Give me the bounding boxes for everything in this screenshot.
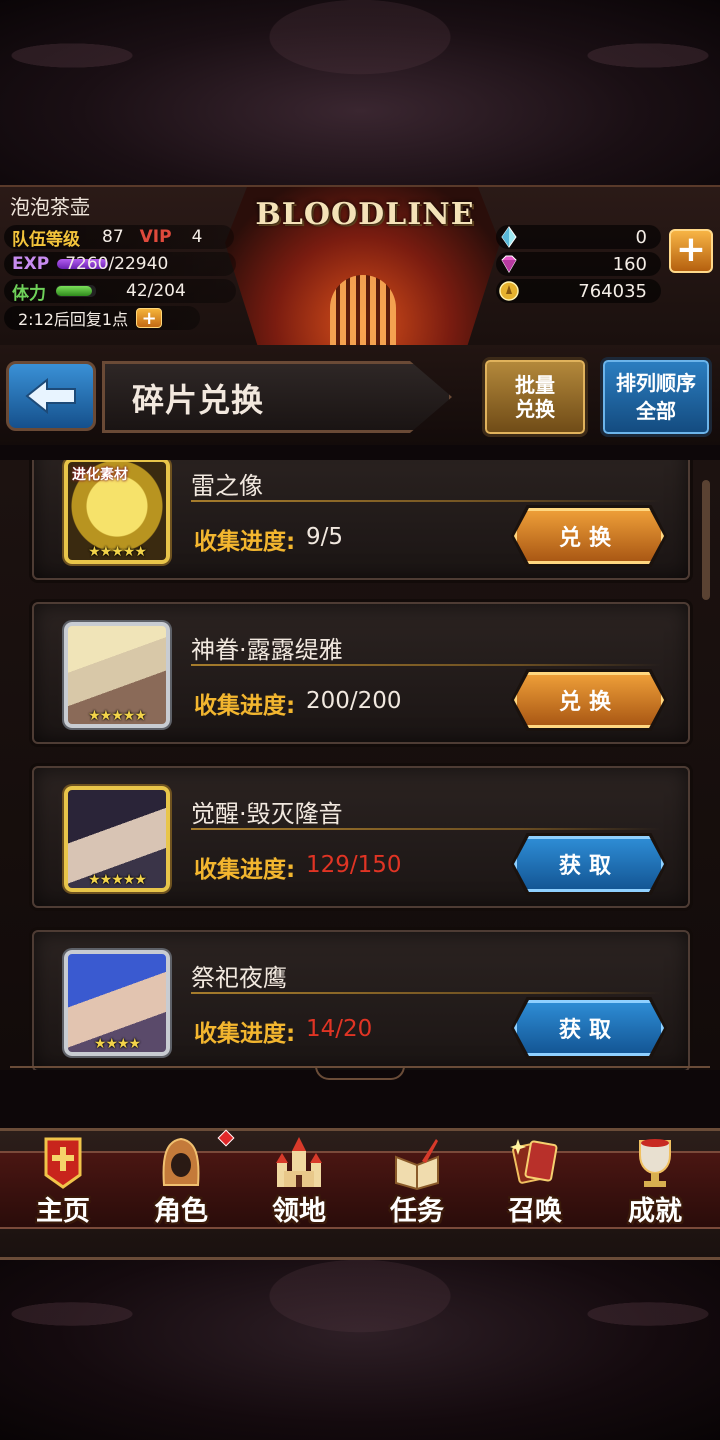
crystal-counter: 0 xyxy=(496,225,661,249)
nav-territory[interactable]: 领地 xyxy=(240,1131,358,1231)
stamina-bar-fill xyxy=(56,286,92,296)
item-divider xyxy=(191,500,661,502)
stamina-bar xyxy=(56,285,96,297)
crystal-icon xyxy=(501,226,517,248)
recover-timer: 2:12后回复1点 xyxy=(18,310,129,329)
list-item: ★★★★ 祭祀夜鹰 收集进度: 14/20 获取 xyxy=(32,930,690,1070)
nav-character[interactable]: 角色 xyxy=(122,1131,240,1231)
batch-exchange-line2: 兑换 xyxy=(515,397,555,421)
item-portrait[interactable]: ★★★★ xyxy=(64,950,170,1056)
item-name: 祭祀夜鹰 xyxy=(191,964,287,992)
team-level-label: 队伍等级 xyxy=(12,229,80,250)
top-background xyxy=(0,0,720,185)
item-divider xyxy=(191,992,661,994)
nav-achievement-label: 成就 xyxy=(628,1196,682,1227)
progress-value: 129/150 xyxy=(306,852,402,878)
exchange-button[interactable]: 兑换 xyxy=(514,508,664,564)
exp-row: EXP 7260/22940 xyxy=(4,252,236,276)
trophy-icon xyxy=(639,1139,671,1187)
progress-value: 14/20 xyxy=(306,1016,373,1042)
item-name: 雷之像 xyxy=(191,472,263,500)
team-level-value: 87 xyxy=(102,227,124,247)
item-name: 觉醒·毁灭隆音 xyxy=(191,800,343,828)
evolution-material-tag: 进化素材 xyxy=(72,467,128,483)
stamina-row: 体力 42/204 xyxy=(4,279,236,304)
nav-quest[interactable]: 任务 xyxy=(358,1131,476,1231)
list-bottom-ornament xyxy=(10,1066,710,1086)
progress-value: 200/200 xyxy=(306,688,402,714)
obtain-button[interactable]: 获取 xyxy=(514,836,664,892)
vip-label: VIP xyxy=(139,227,172,247)
obtain-button[interactable]: 获取 xyxy=(514,1000,664,1056)
gem-icon xyxy=(501,255,517,273)
player-name: 泡泡茶壶 xyxy=(10,195,90,219)
gold-value: 764035 xyxy=(578,280,647,302)
nav-summon[interactable]: 召唤 xyxy=(476,1131,594,1231)
exp-bar: 7260/22940 xyxy=(57,254,217,274)
gold-counter: 764035 xyxy=(496,279,661,303)
item-portrait[interactable]: 进化素材 ★★★★★ xyxy=(64,460,170,564)
batch-exchange-line1: 批量 xyxy=(515,373,555,397)
summon-cards-icon xyxy=(510,1139,558,1184)
exchange-button[interactable]: 兑换 xyxy=(514,672,664,728)
rarity-stars: ★★★★ xyxy=(93,1036,141,1052)
progress-label: 收集进度: xyxy=(194,857,296,883)
add-stamina-button[interactable]: + xyxy=(136,308,163,329)
rarity-stars: ★★★★★ xyxy=(88,544,147,560)
team-level-row: 队伍等级 87 VIP 4 xyxy=(4,225,234,250)
crystal-value: 0 xyxy=(635,226,647,248)
item-divider xyxy=(191,664,661,666)
home-banner-icon xyxy=(44,1137,82,1189)
rarity-stars: ★★★★★ xyxy=(88,872,147,888)
stamina-value: 42/204 xyxy=(126,281,186,301)
bottom-nav: 主页 角色 领地 任务 召唤 成就 xyxy=(0,1128,720,1260)
stamina-label: 体力 xyxy=(12,283,46,304)
progress-label: 收集进度: xyxy=(194,529,296,555)
castle-icon xyxy=(276,1137,322,1187)
player-header: BLOODLINE 泡泡茶壶 队伍等级 87 VIP 4 EXP 7260/22… xyxy=(0,185,720,347)
progress-label: 收集进度: xyxy=(194,693,296,719)
sort-order-value: 全部 xyxy=(636,399,676,423)
nav-character-label: 角色 xyxy=(154,1196,208,1227)
nav-territory-label: 领地 xyxy=(272,1196,326,1227)
back-arrow-icon xyxy=(25,378,76,414)
rarity-stars: ★★★★★ xyxy=(88,708,147,724)
exp-label: EXP xyxy=(12,254,50,274)
sort-order-label: 排列顺序 xyxy=(616,371,696,395)
progress-value: 9/5 xyxy=(306,524,344,550)
vip-value: 4 xyxy=(191,227,203,247)
progress-label: 收集进度: xyxy=(194,1021,296,1047)
quest-book-icon xyxy=(395,1139,439,1191)
item-portrait[interactable]: ★★★★★ xyxy=(64,786,170,892)
list-scrollbar[interactable] xyxy=(702,480,710,600)
nav-summon-label: 召唤 xyxy=(508,1196,562,1227)
item-portrait[interactable]: ★★★★★ xyxy=(64,622,170,728)
add-currency-button[interactable]: + xyxy=(669,229,713,273)
batch-exchange-button[interactable]: 批量 兑换 xyxy=(482,357,588,437)
exp-value: 7260/22940 xyxy=(65,254,169,274)
list-item: 进化素材 ★★★★★ 雷之像 收集进度: 9/5 兑换 xyxy=(32,460,690,580)
game-logo: BLOODLINE xyxy=(255,197,475,232)
nav-achievement[interactable]: 成就 xyxy=(596,1131,714,1231)
fragment-list[interactable]: 进化素材 ★★★★★ 雷之像 收集进度: 9/5 兑换 ★★★★★ 神眷·露露缇… xyxy=(0,460,720,1070)
gem-counter: 160 xyxy=(496,252,661,276)
bottom-background xyxy=(0,1260,720,1440)
gem-value: 160 xyxy=(612,253,647,275)
item-name: 神眷·露露缇雅 xyxy=(191,636,343,664)
title-bar: 碎片兑换 批量 兑换 排列顺序 全部 xyxy=(0,345,720,445)
list-item: ★★★★★ 觉醒·毁灭隆音 收集进度: 129/150 获取 xyxy=(32,766,690,908)
item-divider xyxy=(191,828,661,830)
gold-coin-icon xyxy=(499,281,519,301)
list-item: ★★★★★ 神眷·露露缇雅 收集进度: 200/200 兑换 xyxy=(32,602,690,744)
recover-row: 2:12后回复1点 + xyxy=(4,306,200,330)
sort-order-button[interactable]: 排列顺序 全部 xyxy=(600,357,712,437)
back-button[interactable] xyxy=(6,361,96,431)
page-title: 碎片兑换 xyxy=(132,381,265,419)
nav-home[interactable]: 主页 xyxy=(4,1131,122,1231)
character-hood-icon xyxy=(162,1137,200,1186)
nav-quest-label: 任务 xyxy=(390,1196,444,1227)
nav-home-label: 主页 xyxy=(36,1196,90,1227)
